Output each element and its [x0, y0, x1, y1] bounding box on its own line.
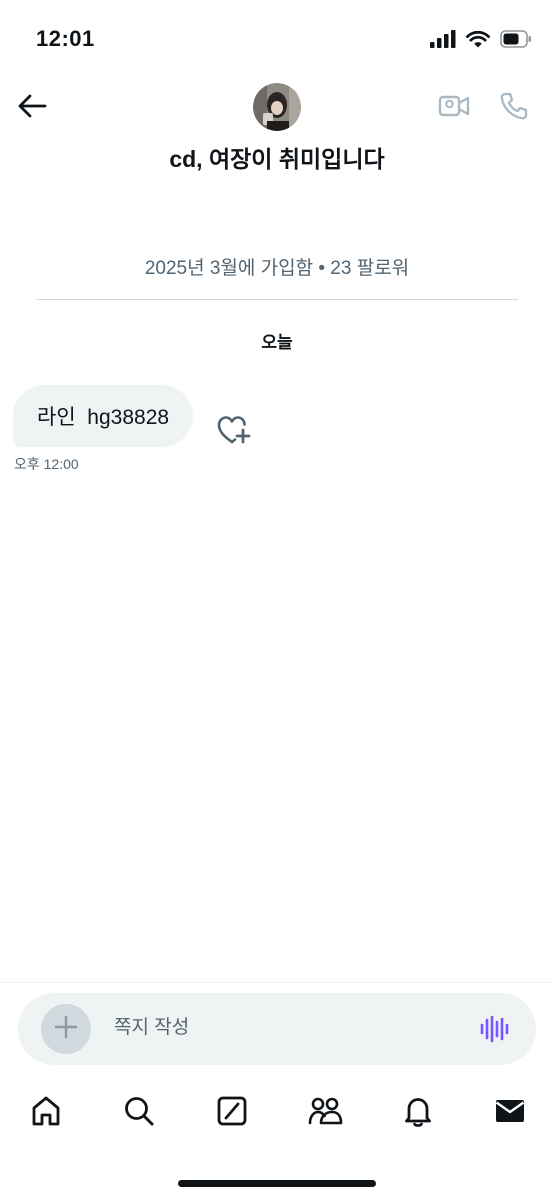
voice-waveform-icon: [478, 1015, 510, 1049]
back-button[interactable]: [12, 88, 52, 128]
bell-icon: [401, 1094, 435, 1133]
phone-icon: [499, 91, 529, 126]
message-bubble[interactable]: 라인 hg38828: [13, 385, 194, 447]
voice-call-button[interactable]: [494, 88, 534, 128]
nav-home[interactable]: [24, 1091, 68, 1135]
home-icon: [29, 1094, 63, 1133]
envelope-icon: [493, 1094, 527, 1133]
communities-icon: [307, 1094, 343, 1133]
nav-communities[interactable]: [303, 1091, 347, 1135]
nav-messages[interactable]: [488, 1091, 532, 1135]
cellular-signal-icon: [430, 30, 456, 53]
status-time: 12:01: [36, 26, 95, 51]
add-media-button[interactable]: [41, 1004, 91, 1054]
message-input[interactable]: [114, 1017, 454, 1039]
battery-icon: [500, 30, 532, 53]
arrow-left-icon: [17, 93, 47, 124]
message-composer: [18, 993, 536, 1065]
grok-icon: [215, 1094, 249, 1133]
add-reaction-button[interactable]: [216, 413, 252, 447]
home-indicator: [178, 1180, 376, 1187]
voice-message-button[interactable]: [478, 1013, 510, 1045]
message-timestamp: 오후 12:00: [14, 456, 79, 472]
video-call-button[interactable]: [434, 90, 474, 126]
divider: [36, 299, 518, 300]
profile-meta: 2025년 3월에 가입함 • 23 팔로워: [144, 258, 410, 279]
status-icons: [430, 30, 532, 53]
conversation-title[interactable]: cd, 여장이 취미입니다: [0, 140, 554, 174]
search-icon: [122, 1094, 156, 1133]
video-camera-icon: [438, 93, 470, 124]
nav-search[interactable]: [117, 1091, 161, 1135]
avatar[interactable]: [253, 83, 301, 131]
heart-plus-icon: [216, 416, 252, 451]
nav-notifications[interactable]: [396, 1091, 440, 1135]
status-bar: 12:01: [0, 0, 554, 80]
bottom-navigation: [0, 1085, 554, 1145]
plus-icon: [53, 1014, 79, 1045]
composer-divider: [0, 982, 554, 983]
wifi-icon: [466, 30, 490, 53]
nav-grok[interactable]: [210, 1091, 254, 1135]
date-separator: 오늘: [261, 333, 293, 352]
